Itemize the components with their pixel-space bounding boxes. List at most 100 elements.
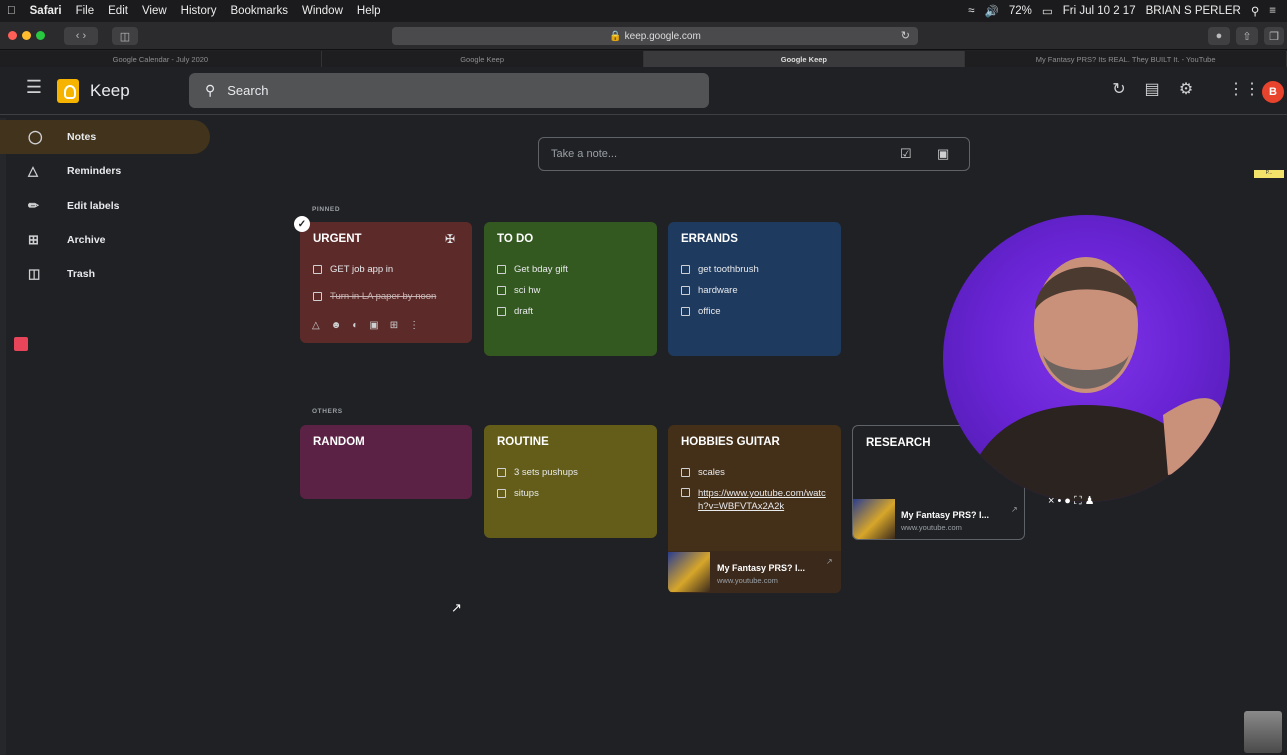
checkbox-icon[interactable] — [681, 286, 690, 295]
note-card-hobbies-guitar[interactable]: HOBBIES GUITAR scales https://www.youtub… — [668, 425, 841, 593]
list-view-icon[interactable]: ▤ — [1141, 79, 1163, 99]
menu-file[interactable]: File — [69, 5, 102, 17]
settings-gear-icon[interactable]: ⚙ — [1175, 79, 1197, 99]
download-icon[interactable]: ● — [1208, 27, 1230, 45]
menu-edit[interactable]: Edit — [101, 5, 135, 17]
url-bar[interactable]: 🔒 keep.google.com ↻ — [392, 27, 918, 45]
menubar-clock[interactable]: Fri Jul 10 2 17 — [1058, 5, 1141, 17]
checklist-item[interactable]: get toothbrush — [681, 264, 759, 275]
note-card-routine[interactable]: ROUTINE 3 sets pushups situps — [484, 425, 657, 538]
checkbox-icon[interactable] — [681, 265, 690, 274]
webcam-overlay[interactable] — [943, 215, 1230, 502]
more-options-icon[interactable]: ⋮ — [409, 320, 430, 331]
sidebar-item-notes[interactable]: ◯ Notes — [0, 120, 210, 154]
checkbox-checked-icon[interactable] — [313, 292, 322, 301]
image-icon[interactable]: ▣ — [369, 320, 389, 331]
note-card-errands[interactable]: ERRANDS get toothbrush hardware office — [668, 222, 841, 356]
red-marker-icon[interactable] — [14, 337, 28, 351]
menu-safari[interactable]: Safari — [23, 5, 69, 17]
select-note-check-icon[interactable]: ✓ — [294, 216, 310, 232]
checkbox-icon[interactable] — [681, 468, 690, 477]
main-menu-icon[interactable]: ☰ — [23, 77, 45, 98]
note-toolbar: △☻◐▣⊞⋮ — [312, 320, 430, 331]
checklist-item[interactable]: scales — [681, 467, 725, 478]
checkbox-icon[interactable] — [497, 286, 506, 295]
spotlight-icon[interactable]: ⚲ — [1246, 4, 1264, 18]
checkbox-icon[interactable] — [681, 488, 690, 497]
menu-help[interactable]: Help — [350, 5, 388, 17]
checklist-item[interactable]: situps — [497, 488, 539, 499]
checklist-item[interactable]: 3 sets pushups — [497, 467, 578, 478]
sidebar-item-reminders[interactable]: △ Reminders — [0, 154, 210, 188]
close-window-button[interactable] — [8, 31, 17, 40]
menu-bookmarks[interactable]: Bookmarks — [223, 5, 295, 17]
checklist-item[interactable]: hardware — [681, 285, 738, 296]
checkbox-icon[interactable] — [497, 265, 506, 274]
tab-google-calendar[interactable]: Google Calendar - July 2020 — [0, 51, 322, 67]
sidebar-item-trash[interactable]: ◫ Trash — [0, 257, 210, 291]
search-icon[interactable]: ⚲ — [205, 82, 215, 99]
tab-google-keep-active[interactable]: Google Keep — [643, 51, 966, 67]
open-link-icon[interactable]: ↗ — [1011, 505, 1018, 514]
link-preview[interactable]: My Fantasy PRS? I... www.youtube.com ↗ — [853, 499, 1024, 539]
volume-icon[interactable]: 🔊 — [980, 4, 1004, 18]
minimize-window-button[interactable] — [22, 31, 31, 40]
sidebar-toggle-icon[interactable]: ◫ — [112, 27, 138, 45]
menu-history[interactable]: History — [174, 5, 224, 17]
note-card-random[interactable]: RANDOM — [300, 425, 472, 499]
checklist-item-checked[interactable]: Turn in LA paper by noon — [313, 291, 436, 302]
menubar-user[interactable]: BRIAN S PERLER — [1141, 5, 1246, 17]
take-note-input[interactable]: Take a note... ☑ ▣ — [538, 137, 970, 171]
record-icon[interactable]: ● — [1064, 495, 1074, 507]
note-card-urgent[interactable]: URGENT ✠ GET job app in Turn in LA paper… — [300, 222, 472, 343]
sidebar-item-archive[interactable]: ⊞ Archive — [0, 223, 210, 257]
webcam-thumbnail[interactable] — [1244, 711, 1282, 753]
archive-note-icon[interactable]: ⊞ — [390, 320, 409, 331]
pin-icon[interactable]: ✠ — [445, 232, 455, 246]
checkbox-icon[interactable] — [313, 265, 322, 274]
link-preview[interactable]: My Fantasy PRS? I... www.youtube.com ↗ — [668, 551, 841, 593]
checkbox-icon[interactable] — [497, 489, 506, 498]
tab-google-keep-1[interactable]: Google Keep — [322, 51, 644, 67]
palette-icon[interactable]: ◐ — [352, 320, 369, 331]
tab-youtube[interactable]: My Fantasy PRS? Its REAL. They BUILT It.… — [965, 51, 1287, 67]
menu-view[interactable]: View — [135, 5, 174, 17]
search-input[interactable]: Search — [227, 83, 268, 98]
link-text[interactable]: https://www.youtube.com/watch?v=WBFVTAx2… — [698, 487, 831, 513]
share-icon[interactable]: ⇧ — [1236, 27, 1258, 45]
person-icon[interactable]: ♟ — [1085, 495, 1098, 507]
tabs-overview-icon[interactable]: ❐ — [1264, 27, 1284, 45]
checklist-item[interactable]: sci hw — [497, 285, 540, 296]
control-center-icon[interactable]: ≡ — [1264, 5, 1281, 17]
open-link-icon[interactable]: ↗ — [826, 557, 833, 566]
apps-grid-icon[interactable]: ⋮⋮ — [1228, 79, 1260, 99]
sidebar-item-edit-labels[interactable]: ✏ Edit labels — [0, 189, 210, 223]
checklist-item[interactable]: draft — [497, 306, 533, 317]
apple-menu-icon[interactable]:  — [0, 5, 23, 17]
checklist-item[interactable]: Get bday gift — [497, 264, 568, 275]
battery-percent[interactable]: 72% — [1004, 5, 1037, 17]
refresh-icon[interactable]: ↻ — [1108, 79, 1130, 99]
menu-window[interactable]: Window — [295, 5, 350, 17]
account-avatar[interactable]: B — [1262, 81, 1284, 103]
checkbox-icon[interactable] — [681, 307, 690, 316]
checklist-item[interactable]: GET job app in — [313, 264, 393, 275]
reload-icon[interactable]: ↻ — [901, 29, 910, 42]
fullscreen-icon[interactable]: ⛶ — [1074, 495, 1085, 507]
checklist-item[interactable]: office — [681, 306, 721, 317]
checkbox-icon[interactable] — [497, 307, 506, 316]
checklist-item-link[interactable]: https://www.youtube.com/watch?v=WBFVTAx2… — [681, 487, 831, 513]
back-forward-buttons[interactable]: ‹ › — [64, 27, 98, 45]
new-list-icon[interactable]: ☑ — [900, 146, 912, 162]
collaborator-icon[interactable]: ☻ — [331, 320, 353, 331]
search-bar[interactable]: ⚲ Search — [189, 73, 709, 108]
note-card-todo[interactable]: TO DO Get bday gift sci hw draft — [484, 222, 657, 356]
checkbox-icon[interactable] — [497, 468, 506, 477]
remind-icon[interactable]: △ — [312, 320, 331, 331]
side-tag-label[interactable]: P... — [1254, 170, 1284, 178]
new-image-note-icon[interactable]: ▣ — [937, 146, 949, 162]
zoom-window-button[interactable] — [36, 31, 45, 40]
wifi-icon[interactable]: ≈ — [963, 5, 979, 17]
take-note-placeholder[interactable]: Take a note... — [551, 148, 617, 160]
battery-icon[interactable]: ▭ — [1037, 4, 1058, 18]
